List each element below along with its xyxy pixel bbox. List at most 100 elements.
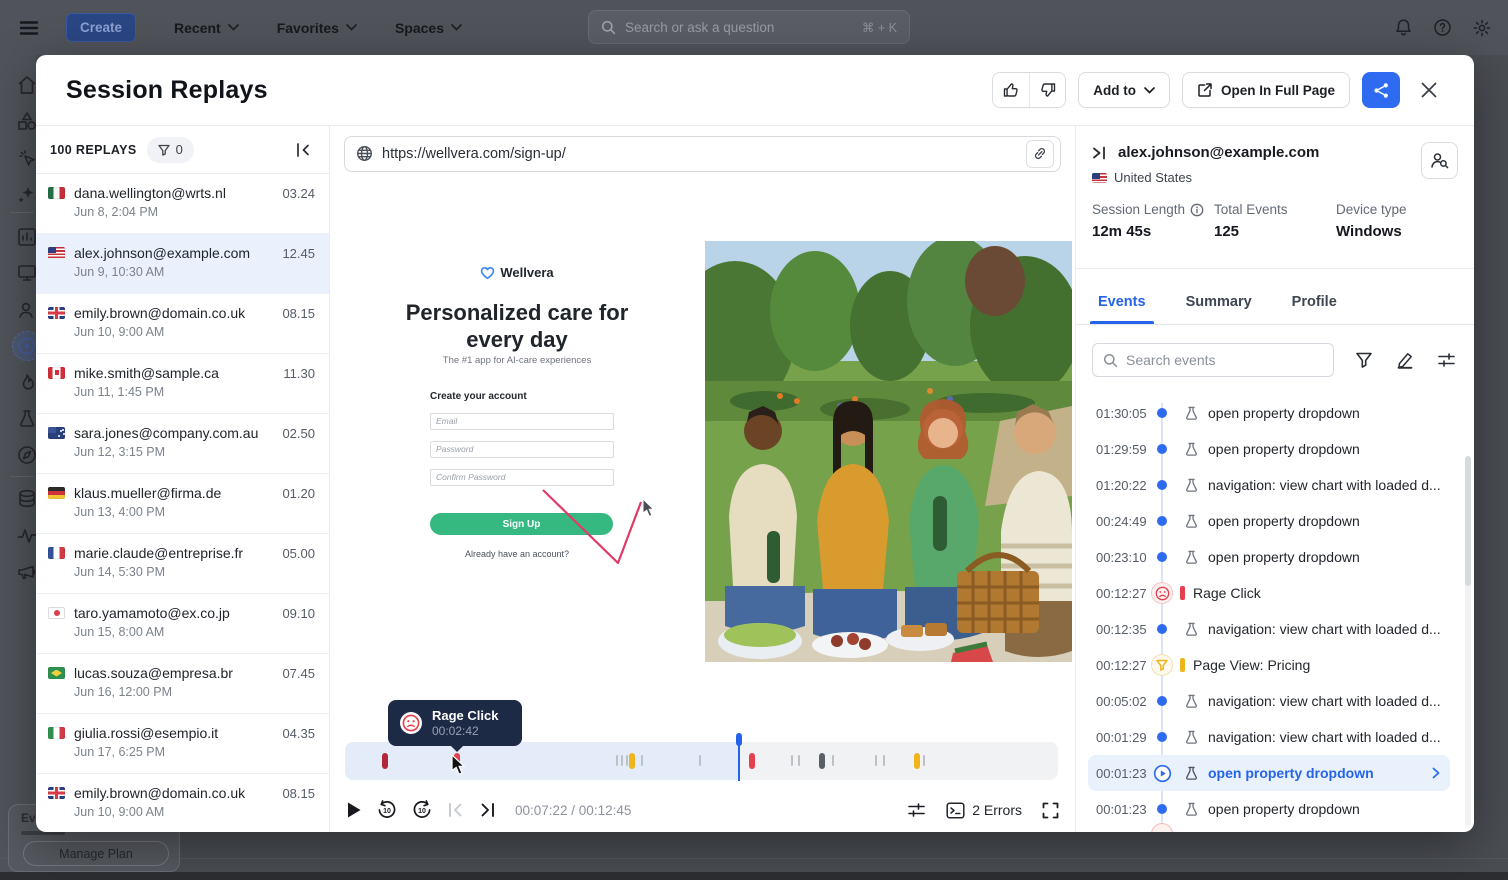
event-highlight-button[interactable] (1394, 349, 1416, 371)
event-row[interactable]: 00:05:02 navigation: view chart with loa… (1076, 683, 1474, 719)
replay-list-item[interactable]: mike.smith@sample.ca Jun 11, 1:45 PM 11.… (36, 354, 329, 414)
replay-list-item[interactable]: emily.brown@domain.co.uk Jun 10, 9:00 AM… (36, 774, 329, 832)
copy-link-button[interactable] (1026, 139, 1054, 168)
timeline-marker[interactable] (615, 755, 618, 766)
user-lookup-button[interactable] (1421, 142, 1458, 179)
confirm-password-field[interactable]: Confirm Password (430, 469, 614, 486)
timeline-marker[interactable] (699, 755, 702, 766)
password-field[interactable]: Password (430, 441, 614, 458)
replay-list-item[interactable]: emily.brown@domain.co.uk Jun 10, 9:00 AM… (36, 294, 329, 354)
tab-summary[interactable]: Summary (1180, 293, 1258, 324)
search-events-input[interactable]: Search events (1092, 343, 1334, 377)
manage-plan-button[interactable]: Manage Plan (23, 841, 169, 866)
open-full-page-button[interactable]: Open In Full Page (1181, 72, 1350, 108)
event-row[interactable]: 00:23:10 open property dropdown (1076, 539, 1474, 575)
timeline-marker[interactable] (625, 755, 628, 766)
nav-announce-icon[interactable] (16, 561, 36, 583)
add-to-button[interactable]: Add to (1078, 72, 1170, 108)
event-row[interactable]: 01:29:59 open property dropdown (1076, 431, 1474, 467)
collapse-panel-icon[interactable] (291, 139, 315, 161)
nav-objects-icon[interactable] (16, 110, 36, 132)
timeline-marker[interactable] (749, 753, 756, 769)
errors-button[interactable]: 2 Errors (946, 801, 1022, 819)
next-event-button[interactable] (479, 802, 496, 818)
notifications-icon[interactable] (1394, 18, 1413, 37)
sign-up-button[interactable]: Sign Up (430, 513, 613, 535)
timeline-marker[interactable] (640, 755, 643, 766)
nav-data-icon[interactable] (16, 488, 36, 510)
forward-10-button[interactable]: 10 (412, 800, 432, 820)
timeline-marker[interactable] (883, 755, 886, 766)
event-row-rage-click[interactable]: 00:12:27 Rage Click (1076, 575, 1474, 611)
share-button[interactable] (1362, 72, 1400, 108)
email-field[interactable]: Email (430, 413, 614, 430)
timeline-marker[interactable] (629, 753, 636, 769)
events-scrollbar[interactable] (1465, 456, 1471, 826)
timeline-marker[interactable] (831, 755, 834, 766)
nav-charts-icon[interactable] (16, 226, 36, 248)
replay-list-item[interactable]: giulia.rossi@esempio.it Jun 17, 6:25 PM … (36, 714, 329, 774)
event-row-selected[interactable]: 00:01:23 open property dropdown (1088, 755, 1450, 791)
timeline-marker[interactable] (875, 755, 878, 766)
thumbs-down-button[interactable] (1029, 73, 1066, 107)
nav-flame-icon[interactable] (16, 372, 36, 394)
nav-favorites[interactable]: Favorites (277, 20, 357, 36)
event-row[interactable]: 01:20:22 navigation: view chart with loa… (1076, 467, 1474, 503)
event-row-page-view[interactable]: 00:12:27 Page View: Pricing (1076, 647, 1474, 683)
nav-recent[interactable]: Recent (174, 20, 239, 36)
signin-link[interactable]: Already have an account? (390, 549, 644, 559)
event-row[interactable]: 00:24:49 open property dropdown (1076, 503, 1474, 539)
replay-list-item-selected[interactable]: alex.johnson@example.com Jun 9, 10:30 AM… (36, 234, 329, 294)
timeline-marker[interactable] (381, 753, 388, 769)
replays-count: 100 REPLAYS (50, 142, 137, 157)
replay-list-item[interactable]: lucas.souza@empresa.br Jun 16, 12:00 PM … (36, 654, 329, 714)
timeline-marker[interactable] (791, 755, 794, 766)
tab-profile[interactable]: Profile (1286, 293, 1343, 324)
nav-home-icon[interactable] (16, 74, 36, 96)
timeline-marker[interactable] (620, 755, 623, 766)
fullscreen-button[interactable] (1042, 802, 1059, 819)
timeline-playhead[interactable] (736, 733, 743, 781)
timeline-track[interactable]: Rage Click 00:02:42 (345, 700, 1058, 781)
help-icon[interactable] (1433, 18, 1452, 37)
event-row[interactable]: 00:12:35 navigation: view chart with loa… (1076, 611, 1474, 647)
nav-discover-icon[interactable] (16, 444, 36, 466)
nav-users-icon[interactable] (16, 299, 36, 321)
playback-settings-button[interactable] (907, 801, 926, 819)
replay-list-item[interactable]: taro.yamamoto@ex.co.jp Jun 15, 8:00 AM 0… (36, 594, 329, 654)
nav-activity-icon[interactable] (16, 525, 36, 547)
event-row[interactable]: 00:01:29 navigation: view chart with loa… (1076, 719, 1474, 755)
replay-list-item[interactable]: sara.jones@company.com.au Jun 12, 3:15 P… (36, 414, 329, 474)
play-button[interactable] (346, 801, 362, 819)
collapse-panel-right-icon[interactable] (1092, 146, 1107, 160)
event-row[interactable]: 01:30:05 open property dropdown (1076, 395, 1474, 431)
nav-session-replay-icon[interactable] (16, 335, 36, 357)
filter-button[interactable]: 0 (146, 136, 194, 163)
settings-gear-icon[interactable] (1472, 18, 1492, 38)
replay-list-item[interactable]: dana.wellington@wrts.nl Jun 8, 2:04 PM 0… (36, 174, 329, 234)
prev-event-button[interactable] (447, 802, 464, 818)
timeline-marker[interactable] (818, 753, 825, 769)
thumbs-up-button[interactable] (993, 73, 1030, 107)
info-icon[interactable] (1190, 203, 1204, 217)
menu-icon[interactable] (18, 17, 40, 39)
create-button[interactable]: Create (66, 13, 137, 42)
event-settings-button[interactable] (1435, 349, 1458, 371)
nav-dashboards-icon[interactable] (16, 262, 36, 284)
rewind-10-button[interactable]: 10 (377, 800, 397, 820)
timeline-marker[interactable] (922, 755, 925, 766)
close-button[interactable] (1412, 73, 1446, 107)
nav-click-icon[interactable] (16, 147, 36, 169)
event-filter-button[interactable] (1353, 349, 1375, 371)
timeline-marker[interactable] (913, 753, 920, 769)
nav-ai-sparkles-icon[interactable] (16, 183, 36, 205)
event-row[interactable]: 00:01:23 open property dropdown (1076, 791, 1474, 827)
tab-events[interactable]: Events (1090, 293, 1154, 324)
nav-experiments-icon[interactable] (16, 408, 36, 430)
replay-list-item[interactable]: klaus.mueller@firma.de Jun 13, 4:00 PM 0… (36, 474, 329, 534)
replay-list-item[interactable]: marie.claude@entreprise.fr Jun 14, 5:30 … (36, 534, 329, 594)
event-flask-icon (1186, 622, 1197, 636)
nav-spaces[interactable]: Spaces (395, 20, 462, 36)
timeline-marker[interactable] (798, 755, 801, 766)
global-search-input[interactable]: Search or ask a question ⌘ + K (588, 10, 910, 44)
